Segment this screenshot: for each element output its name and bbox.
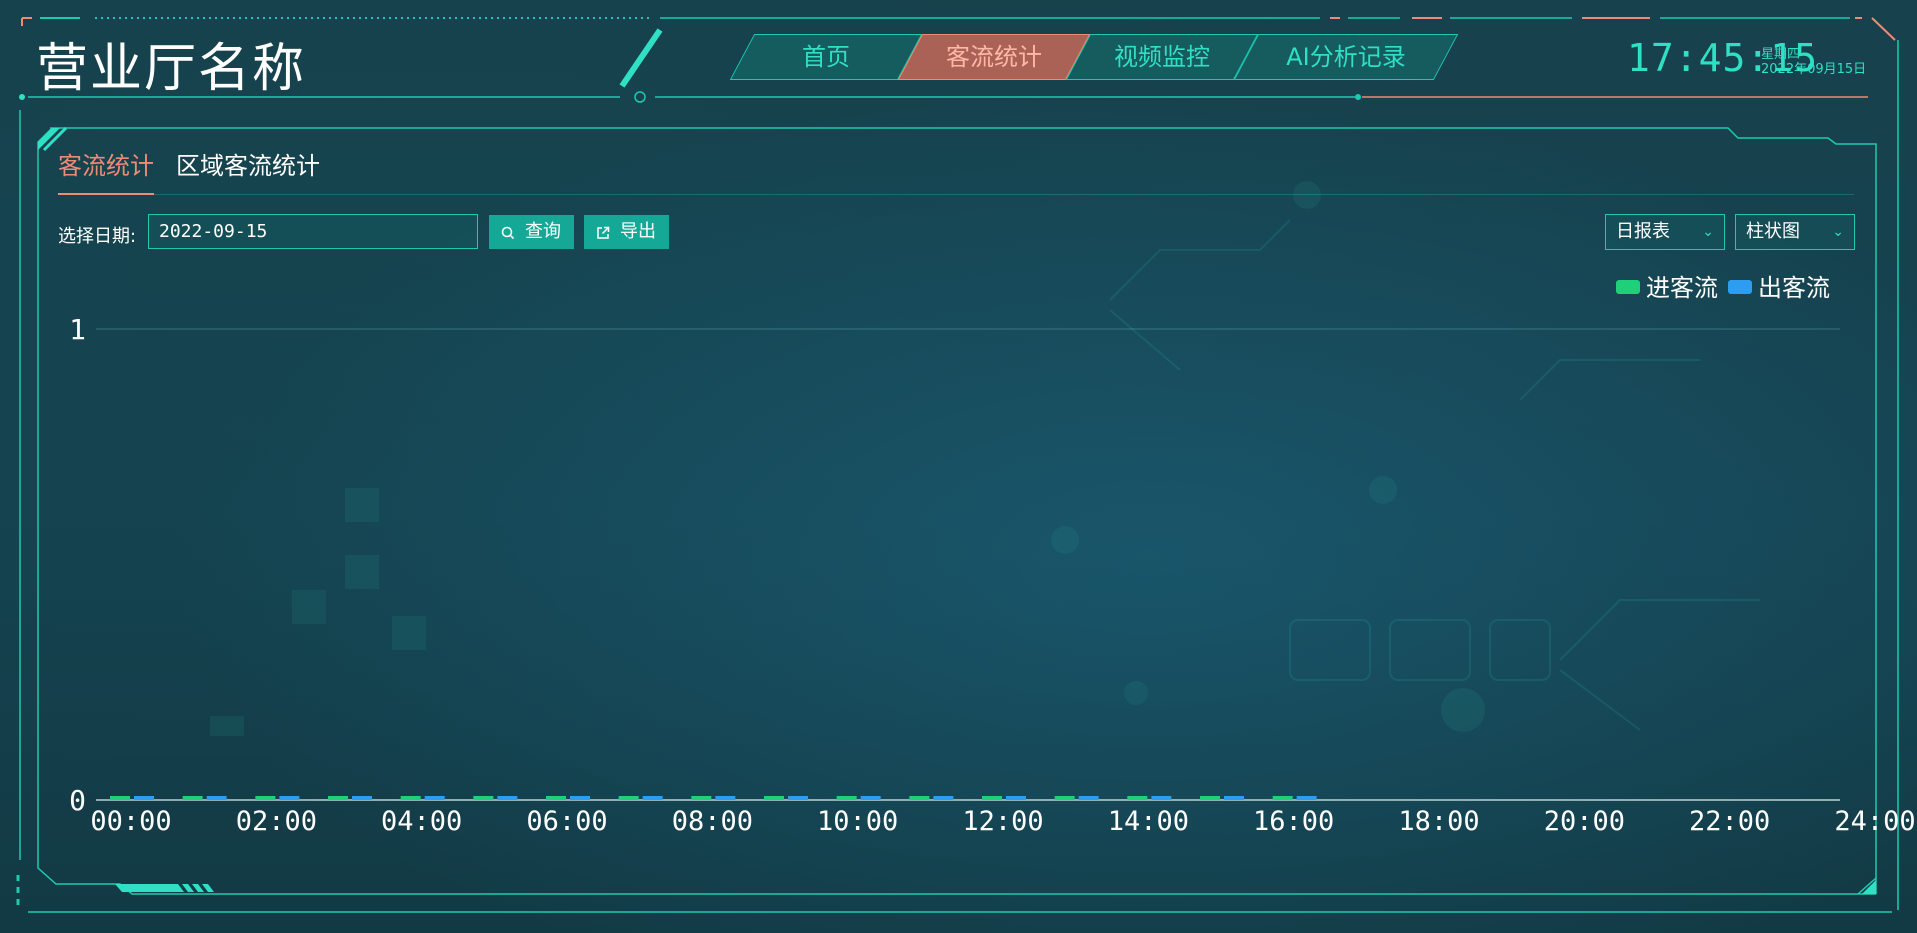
x-tick-label: 08:00 xyxy=(672,806,753,837)
bar-in-flow xyxy=(328,796,348,800)
bar-out-flow xyxy=(1151,796,1172,800)
bar-in-flow xyxy=(1054,796,1075,800)
x-tick-label: 06:00 xyxy=(526,806,607,837)
bar-in-flow xyxy=(473,796,494,800)
x-tick-label: 00:00 xyxy=(90,806,171,837)
bar-in-flow xyxy=(255,796,276,800)
bar-in-flow xyxy=(764,796,784,800)
bar-out-flow xyxy=(642,796,663,800)
bar-out-flow xyxy=(1296,796,1317,800)
bar-in-flow xyxy=(182,796,203,800)
bar-out-flow xyxy=(1224,796,1244,800)
bar-out-flow xyxy=(933,796,954,800)
bar-out-flow xyxy=(860,796,881,800)
bar-out-flow xyxy=(788,796,808,800)
x-tick-label: 14:00 xyxy=(1108,806,1189,837)
bar-in-flow xyxy=(110,796,130,800)
bar-out-flow xyxy=(1006,796,1026,800)
bar-out-flow xyxy=(497,796,518,800)
x-tick-label: 04:00 xyxy=(381,806,462,837)
bar-in-flow xyxy=(618,796,639,800)
y-tick-label: 1 xyxy=(69,313,86,346)
traffic-bar-chart: 0 1 00:00 02:00 04:00 06:00 08:00 10:00 12:00 14:… xyxy=(69,313,1916,837)
bar-in-flow xyxy=(982,796,1002,800)
bar-in-flow xyxy=(1200,796,1220,800)
bar-in-flow xyxy=(400,796,421,800)
bar-in-flow xyxy=(691,796,712,800)
bar-out-flow xyxy=(424,796,445,800)
x-tick-label: 24:00 xyxy=(1834,806,1915,837)
bar-in-flow xyxy=(1127,796,1148,800)
bar-out-flow xyxy=(570,796,590,800)
bar-in-flow xyxy=(836,796,857,800)
x-tick-label: 20:00 xyxy=(1544,806,1625,837)
bar-out-flow xyxy=(1078,796,1099,800)
bar-in-flow xyxy=(546,796,566,800)
x-tick-label: 12:00 xyxy=(962,806,1043,837)
bar-in-flow xyxy=(909,796,930,800)
bar-in-flow xyxy=(1272,796,1293,800)
x-tick-label: 16:00 xyxy=(1253,806,1334,837)
x-tick-label: 18:00 xyxy=(1398,806,1479,837)
bar-out-flow xyxy=(279,796,300,800)
bar-out-flow xyxy=(715,796,736,800)
x-tick-label: 02:00 xyxy=(236,806,317,837)
x-tick-label: 10:00 xyxy=(817,806,898,837)
x-tick-label: 22:00 xyxy=(1689,806,1770,837)
bar-out-flow xyxy=(206,796,227,800)
bar-out-flow xyxy=(352,796,372,800)
y-tick-label: 0 xyxy=(69,784,86,817)
bar-out-flow xyxy=(134,796,154,800)
